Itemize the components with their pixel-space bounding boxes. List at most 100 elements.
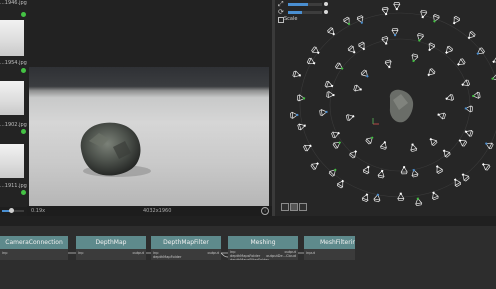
camera-marker[interactable] xyxy=(336,179,346,189)
camera-marker[interactable] xyxy=(411,168,419,178)
camera-marker[interactable] xyxy=(464,105,473,113)
node-input-port[interactable]: input xyxy=(306,251,315,255)
node-title: CameraConnection xyxy=(0,236,68,249)
gallery-thumbnail-label: ...1946.jpg xyxy=(0,0,27,6)
slider-handle[interactable] xyxy=(9,208,14,213)
gallery-thumbnail-label: ...1902.jpg xyxy=(0,122,27,128)
camera-marker[interactable] xyxy=(445,93,455,102)
camera-marker[interactable] xyxy=(451,15,461,26)
point-size-slider[interactable] xyxy=(288,3,322,6)
image-viewer: 0.19x 4032x1960 i xyxy=(27,0,272,216)
gallery-size-slider[interactable] xyxy=(0,207,27,216)
camera-marker[interactable] xyxy=(415,197,423,206)
gallery-thumbnail[interactable] xyxy=(0,20,24,56)
sfm-point-cloud[interactable] xyxy=(275,0,496,216)
node-title: MeshFiltering xyxy=(304,236,355,249)
square-icon[interactable] xyxy=(281,203,289,211)
gallery-thumbnail-label: ...1911.jpg xyxy=(0,183,27,189)
node-output-port[interactable]: output xyxy=(132,251,144,255)
camera-marker[interactable] xyxy=(491,56,496,65)
gallery-thumbnail-label: ...1954.jpg xyxy=(0,60,27,66)
graph-editor-header xyxy=(0,216,496,226)
camera-marker[interactable] xyxy=(434,164,443,174)
node-meshfiltering[interactable]: MeshFiltering input xyxy=(304,236,355,260)
camera-marker[interactable] xyxy=(437,111,446,120)
camera-marker[interactable] xyxy=(328,167,339,177)
camera-icon[interactable] xyxy=(299,203,307,211)
slider-handle[interactable] xyxy=(324,2,328,6)
camera-marker[interactable] xyxy=(377,169,386,179)
camera-marker[interactable] xyxy=(384,59,393,69)
camera-scale-slider[interactable] xyxy=(288,11,322,14)
graph-editor[interactable]: CameraConnection inp DepthMap inp output… xyxy=(0,226,496,289)
camera-marker[interactable] xyxy=(391,28,399,37)
node-title: DepthMapFilter xyxy=(151,236,221,249)
node-input-port[interactable]: inp xyxy=(78,251,83,255)
camera-marker[interactable] xyxy=(461,79,471,87)
camera-marker[interactable] xyxy=(460,172,470,182)
grid-icon[interactable] xyxy=(290,203,298,211)
camera-marker[interactable] xyxy=(409,143,418,152)
camera-marker[interactable] xyxy=(410,53,419,63)
camera-marker[interactable] xyxy=(420,9,428,19)
node-depthmapfilter[interactable]: DepthMapFilter inp depthMapFolder output xyxy=(151,236,221,260)
camera-marker[interactable] xyxy=(457,138,468,147)
camera-marker[interactable] xyxy=(290,111,299,119)
node-output-port[interactable]: outputDe...Cloud xyxy=(266,254,296,258)
slider-handle[interactable] xyxy=(324,10,328,14)
camera-marker[interactable] xyxy=(358,41,367,52)
camera-marker[interactable] xyxy=(491,73,496,82)
viewer-image[interactable] xyxy=(29,67,269,206)
camera-marker[interactable] xyxy=(362,165,372,175)
node-cameraconnection[interactable]: CameraConnection inp xyxy=(0,236,68,260)
gallery-thumbnail[interactable]: ...1946.jpg xyxy=(0,0,27,6)
camera-marker[interactable] xyxy=(319,109,328,117)
camera-marker[interactable] xyxy=(381,36,390,45)
node-output-port[interactable]: output xyxy=(207,251,219,255)
camera-marker[interactable] xyxy=(400,166,408,175)
camera-marker[interactable] xyxy=(373,193,381,203)
thumbnail-image xyxy=(0,81,24,115)
node-input-port[interactable]: depthMapFolder xyxy=(153,255,181,259)
camera-marker[interactable] xyxy=(456,58,466,67)
camera-marker[interactable] xyxy=(335,62,345,71)
gallery-thumbnail[interactable] xyxy=(0,144,24,178)
camera-marker[interactable] xyxy=(444,45,454,56)
gallery-thumbnail[interactable] xyxy=(0,81,24,115)
camera-marker[interactable] xyxy=(428,136,438,146)
thumbnail-image xyxy=(0,144,24,178)
camera-marker[interactable] xyxy=(360,69,371,79)
camera-marker[interactable] xyxy=(379,141,388,150)
camera-marker[interactable] xyxy=(356,15,365,24)
camera-marker[interactable] xyxy=(361,193,370,203)
camera-marker[interactable] xyxy=(345,113,355,122)
camera-marker[interactable] xyxy=(475,47,485,56)
camera-marker[interactable] xyxy=(466,31,476,41)
camera-marker[interactable] xyxy=(292,70,302,79)
node-input-port[interactable]: inp xyxy=(2,251,7,255)
camera-marker[interactable] xyxy=(365,135,375,145)
camera-marker[interactable] xyxy=(296,94,306,102)
camera-marker[interactable] xyxy=(353,84,363,93)
info-icon[interactable]: i xyxy=(261,207,269,215)
camera-marker[interactable] xyxy=(472,91,481,99)
camera-marker[interactable] xyxy=(393,2,401,11)
node-depthmap[interactable]: DepthMap inp output xyxy=(76,236,146,260)
camera-marker[interactable] xyxy=(331,130,340,139)
camera-marker[interactable] xyxy=(481,161,491,171)
scale-label: Scale xyxy=(284,16,298,22)
node-title: DepthMap xyxy=(76,236,146,249)
camera-marker[interactable] xyxy=(310,161,320,170)
node-title: Meshing xyxy=(228,236,298,249)
node-meshing[interactable]: Meshing inp depthMapsFolder depthMapsFil… xyxy=(228,236,298,260)
camera-marker[interactable] xyxy=(484,140,494,150)
3d-viewer[interactable]: ⤢ ⟳ Scale xyxy=(275,0,496,216)
camera-marker[interactable] xyxy=(324,80,334,89)
rotate-icon[interactable]: ⟳ xyxy=(278,8,284,16)
camera-marker[interactable] xyxy=(426,68,436,78)
camera-marker[interactable] xyxy=(347,45,358,55)
status-ok-icon xyxy=(21,68,26,73)
camera-marker[interactable] xyxy=(441,148,451,158)
node-input-port[interactable]: depthMapsFilterFolder xyxy=(230,258,269,260)
camera-marker[interactable] xyxy=(397,192,405,201)
